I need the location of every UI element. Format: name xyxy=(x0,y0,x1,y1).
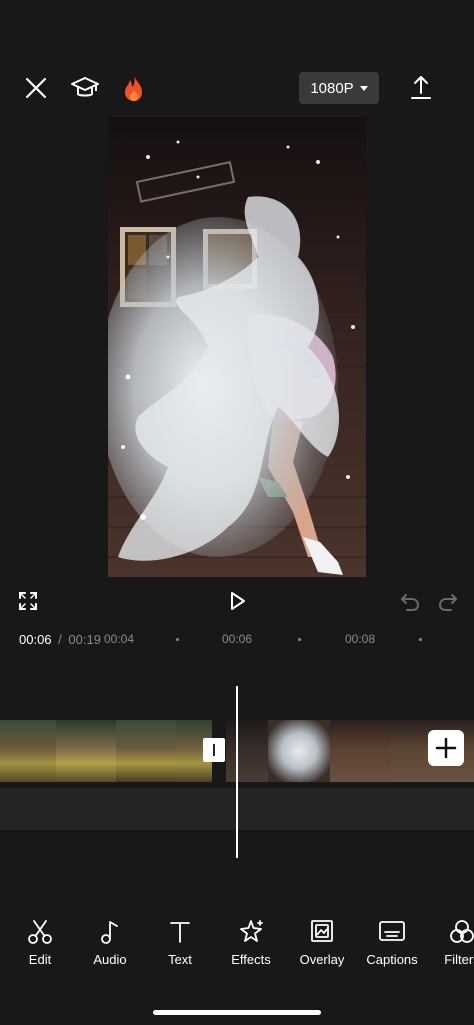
undo-icon[interactable] xyxy=(398,589,422,613)
captions-icon xyxy=(379,921,405,941)
toolbar-text[interactable]: Text xyxy=(145,918,215,967)
transition-button[interactable] xyxy=(203,738,225,762)
fullscreen-icon[interactable] xyxy=(16,589,40,613)
clip-thumbnail xyxy=(0,720,56,782)
toolbar-effects[interactable]: Effects xyxy=(216,918,286,967)
toolbar-overlay[interactable]: Overlay xyxy=(287,918,357,967)
toolbar-label: Filters xyxy=(444,952,474,967)
home-indicator[interactable] xyxy=(153,1010,321,1015)
export-icon[interactable] xyxy=(405,72,437,104)
transition-icon xyxy=(213,744,215,756)
clip-thumbnail xyxy=(226,720,268,782)
sparkle-star-icon xyxy=(240,920,263,942)
chevron-down-icon xyxy=(359,85,368,91)
video-clip-1[interactable] xyxy=(0,720,212,782)
tutorial-cap-icon[interactable] xyxy=(69,72,101,104)
filters-icon xyxy=(450,920,474,943)
toolbar-captions[interactable]: Captions xyxy=(357,918,427,967)
ruler-label: 00:08 xyxy=(345,632,376,646)
toolbar-edit[interactable]: Edit xyxy=(5,918,75,967)
toolbar-audio[interactable]: Audio xyxy=(75,918,145,967)
clip-thumbnail xyxy=(56,720,116,782)
clip-thumbnail xyxy=(330,720,390,782)
music-note-icon xyxy=(101,921,118,944)
clip-thumbnail xyxy=(116,720,176,782)
toolbar-label: Audio xyxy=(93,952,127,967)
ruler-tick xyxy=(419,638,422,641)
time-separator: / xyxy=(58,632,62,647)
ruler-label: 00:06 xyxy=(222,632,253,646)
fire-icon[interactable] xyxy=(118,72,150,104)
text-icon xyxy=(170,922,190,943)
toolbar-label: Text xyxy=(168,952,192,967)
resolution-label: 1080P xyxy=(310,79,354,97)
toolbar-label: Captions xyxy=(366,952,418,967)
toolbar-label: Edit xyxy=(28,952,52,967)
overlay-icon xyxy=(311,920,333,942)
video-preview[interactable] xyxy=(108,117,366,577)
current-time: 00:06 / 00:19 xyxy=(19,632,101,647)
current-time-value: 00:06 xyxy=(19,632,52,647)
add-clip-button[interactable] xyxy=(428,730,464,766)
play-icon[interactable] xyxy=(225,589,249,613)
toolbar-label: Effects xyxy=(231,952,271,967)
ruler-tick xyxy=(298,638,301,641)
total-time-value: 00:19 xyxy=(68,632,101,647)
scissors-icon xyxy=(28,920,52,944)
toolbar-filters[interactable]: Filters xyxy=(427,918,474,967)
toolbar-label: Overlay xyxy=(299,952,345,967)
resolution-dropdown[interactable]: 1080P xyxy=(299,72,379,104)
clip-thumbnail xyxy=(268,720,330,782)
ruler-label: 00:04 xyxy=(104,632,135,646)
plus-icon xyxy=(435,737,457,759)
redo-icon[interactable] xyxy=(436,589,460,613)
close-icon[interactable] xyxy=(20,72,52,104)
playhead[interactable] xyxy=(236,686,238,858)
ruler-tick xyxy=(176,638,179,641)
